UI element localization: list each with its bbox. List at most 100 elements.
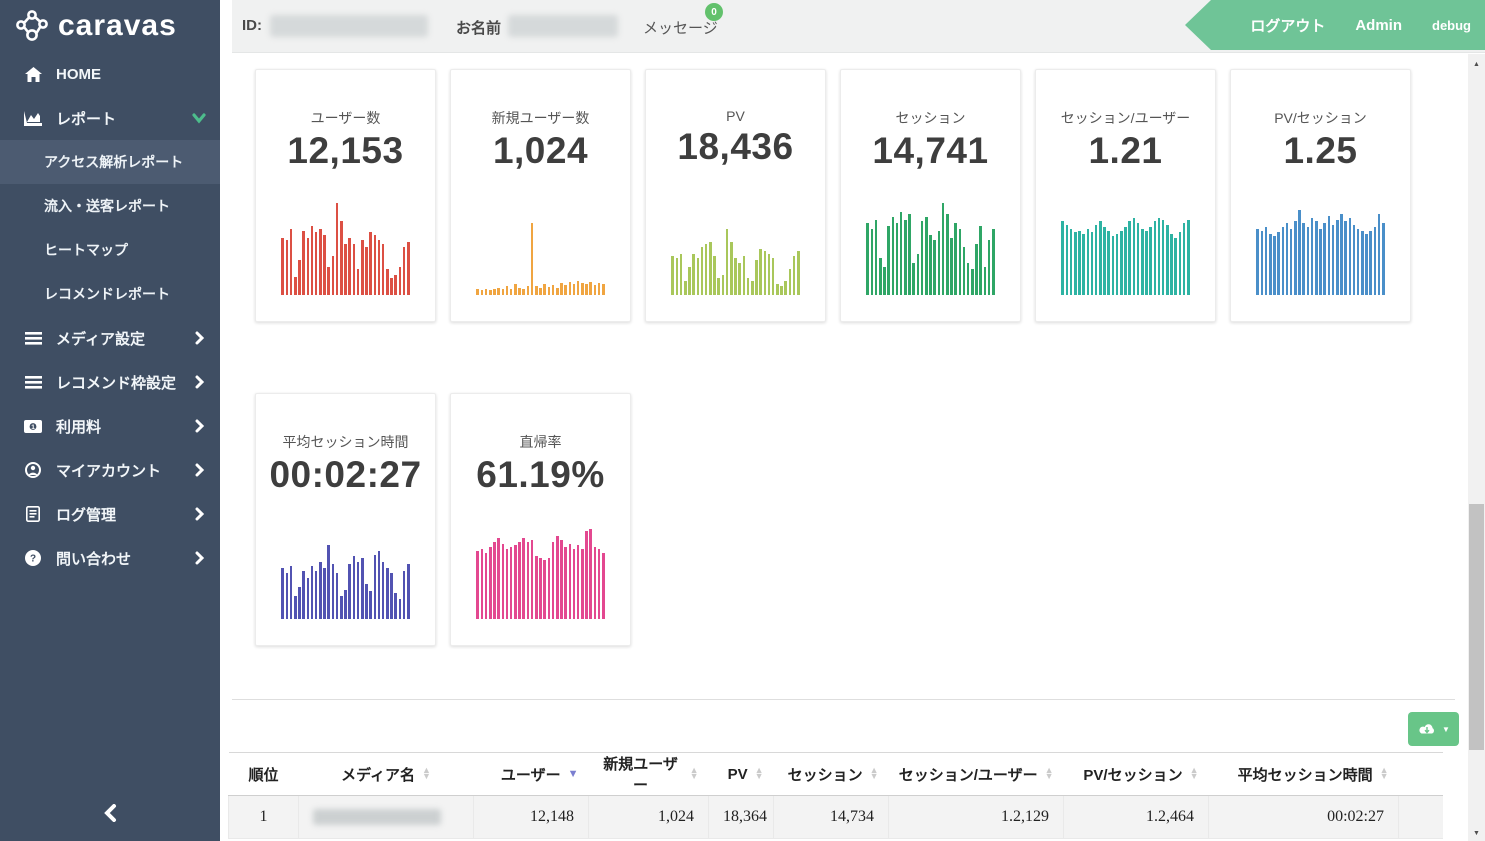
kpi-card: セッション/ユーザー1.21 [1035,69,1216,322]
sparkline-bar [1078,231,1081,295]
sidebar-item-report[interactable]: レポート [0,96,220,140]
sparkline-bar [497,288,500,295]
sparkline-bar [374,555,377,619]
sparkline-bar [1332,225,1335,295]
sparkline-bar [493,542,496,619]
submenu-item[interactable]: ヒートマップ [0,228,220,272]
sparkline-bar [1382,223,1385,295]
sparkline-bar [1107,231,1110,295]
scroll-down-arrow[interactable]: ▼ [1468,825,1485,841]
kpi-title: 直帰率 [451,432,630,452]
table-header-cell[interactable]: 直帰率▲▼ [1399,753,1444,796]
column-label: PV/セッション [1083,764,1182,785]
value-cell: 1,024 [589,796,709,839]
sparkline-bar [959,229,962,295]
sparkline-bar [348,564,351,619]
sparkline-bar [564,285,567,295]
kpi-title: PV/セッション [1231,108,1410,128]
sparkline-bar [1357,229,1360,295]
sparkline-bar [1158,218,1161,295]
sparkline-bar [319,229,322,295]
scroll-up-arrow[interactable]: ▲ [1468,56,1485,72]
submenu-item[interactable]: 流入・送客レポート [0,184,220,228]
sparkline-bar [705,244,708,295]
kpi-sparkline-chart [646,203,825,295]
sparkline-bar [1061,221,1064,295]
kpi-title: ユーザー数 [256,108,435,128]
kpi-cards-row-2: 平均セッション時間00:02:27直帰率61.19% [255,393,631,646]
sparkline-bar [573,284,576,295]
sparkline-bar [1286,223,1289,295]
sparkline-bar [290,566,293,619]
sparkline-bar [759,249,762,295]
sparkline-bar [386,269,389,295]
logout-button[interactable]: ログアウト [1250,15,1325,36]
sparkline-bar [713,256,716,295]
cloud-download-icon [1417,722,1437,737]
sidebar-item-home[interactable]: HOME [0,52,220,96]
sparkline-bar [286,240,289,295]
chevron-left-icon [103,804,117,822]
sparkline-bar [747,278,750,295]
sidebar-item-recommend-settings[interactable]: レコメンド枠設定 [0,360,220,404]
table-header-cell[interactable]: 平均セッション時間▲▼ [1209,753,1399,796]
table-header-cell[interactable]: 新規ユーザー▲▼ [589,753,709,796]
sparkline-bar [548,287,551,295]
sparkline-bar [344,244,347,295]
sparkline-bar [522,538,525,619]
table-header-cell[interactable]: セッション/ユーザー▲▼ [889,753,1064,796]
messages-label[interactable]: メッセージ [643,17,718,38]
sparkline-bar [954,223,957,295]
sparkline-bar [315,571,318,619]
sparkline-bar [394,275,397,295]
sparkline-bar [518,542,521,619]
kpi-panel: ユーザー数12,153新規ユーザー数1,024PV18,436セッション14,7… [232,54,1455,700]
submenu-item[interactable]: アクセス解析レポート [0,140,220,184]
sparkline-bar [332,256,335,295]
sidebar-item-fees[interactable]: 1 利用料 [0,404,220,448]
table-header-cell[interactable]: PV▲▼ [709,753,774,796]
sparkline-bar [1166,225,1169,295]
column-label: メディア名 [341,764,415,785]
sparkline-bar [751,281,754,295]
vertical-scrollbar[interactable]: ▲ ▼ [1468,54,1485,841]
table-header-cell[interactable]: セッション▲▼ [774,753,889,796]
column-label: PV [728,766,748,783]
sidebar-item-log-management[interactable]: ログ管理 [0,492,220,536]
sparkline-bar [1095,225,1098,295]
table-header-cell[interactable]: メディア名▲▼ [299,753,474,796]
sidebar-item-my-account[interactable]: マイアカウント [0,448,220,492]
app-logo[interactable]: caravas [0,0,220,52]
sparkline-bar [365,584,368,619]
sidebar-item-media-settings[interactable]: メディア設定 [0,316,220,360]
sparkline-bar [738,263,741,295]
money-icon: 1 [20,420,46,433]
debug-link[interactable]: debug [1432,18,1471,33]
sparkline-bar [535,556,538,619]
sparkline-bar [1315,221,1318,295]
sparkline-bar [514,545,517,619]
sparkline-bar [992,229,995,295]
sparkline-bar [340,221,343,295]
sparkline-bar [336,203,339,295]
admin-link[interactable]: Admin [1355,17,1402,34]
sidebar-item-contact[interactable]: ? 問い合わせ [0,536,220,580]
download-button[interactable]: ▼ [1408,712,1459,746]
scrollbar-thumb[interactable] [1469,504,1484,750]
table-header-cell[interactable]: ユーザー▼ [474,753,589,796]
kpi-value: 1.25 [1231,130,1410,172]
table-body: 112,1481,02418,36414,7341.2,1291.2,46400… [229,796,1444,839]
sparkline-bar [971,269,974,295]
submenu-item[interactable]: レコメンドレポート [0,272,220,316]
sidebar-collapse-button[interactable] [0,793,220,833]
sparkline-bar [281,568,284,619]
sidebar-item-label: ログ管理 [56,504,192,525]
report-chart-icon [20,111,46,126]
media-name-cell [299,796,474,839]
sparkline-bar [589,529,592,619]
sparkline-bar [585,284,588,295]
sparkline-bar [531,223,534,295]
sparkline-bar [493,289,496,295]
table-header-cell[interactable]: PV/セッション▲▼ [1064,753,1209,796]
sparkline-bar [1183,223,1186,295]
